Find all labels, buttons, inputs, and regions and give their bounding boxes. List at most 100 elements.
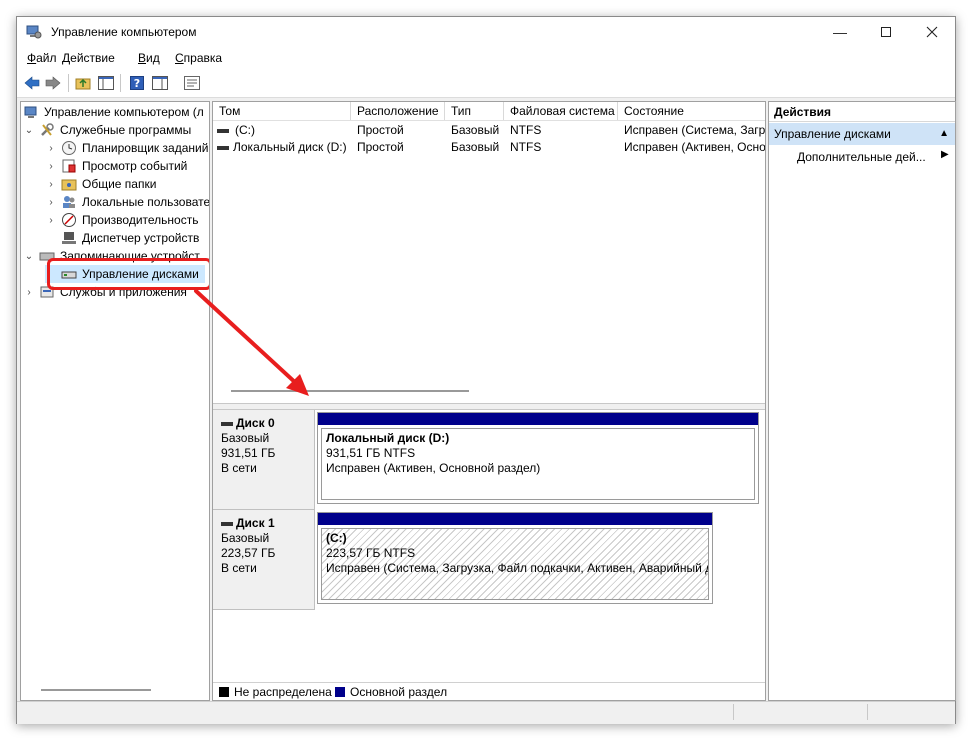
volume-name: Локальный диск (D:) <box>233 140 347 154</box>
action-pane-icon <box>152 76 168 90</box>
partition-size: 931,51 ГБ NTFS <box>326 446 416 460</box>
legend-swatch-unallocated <box>219 687 229 697</box>
expand-chevron-icon[interactable]: › <box>23 287 35 298</box>
computer-management-icon <box>26 25 42 39</box>
partition-c[interactable]: (C:) 223,57 ГБ NTFS Исправен (Система, З… <box>317 512 713 604</box>
volume-name: (C:) <box>235 123 255 137</box>
computer-management-window: Управление компьютером — Файл Действие В… <box>16 16 956 724</box>
disk-management-pane: Том Расположение Тип Файловая система Со… <box>212 101 766 701</box>
users-icon <box>61 194 77 210</box>
help-icon: ? <box>130 76 144 90</box>
menu-help[interactable]: Справка <box>175 51 222 65</box>
menu-bar: Файл Действие Вид Справка <box>17 47 955 69</box>
highlight-annotation <box>47 258 209 290</box>
partition-size: 223,57 ГБ NTFS <box>326 546 416 560</box>
up-folder-button[interactable] <box>73 73 93 93</box>
disk-1-label[interactable]: Диск 1 Базовый 223,57 ГБ В сети <box>213 510 315 610</box>
computer-management-icon <box>23 104 39 120</box>
volume-fs: NTFS <box>510 140 542 154</box>
console-tree-icon <box>98 76 114 90</box>
volume-status: Исправен (Активен, Осно <box>624 140 765 154</box>
show-action-pane-button[interactable] <box>150 73 170 93</box>
submenu-arrow-icon[interactable]: ▶ <box>941 149 949 160</box>
close-icon <box>926 26 938 38</box>
svg-text:?: ? <box>134 77 140 90</box>
legend: Не распределена Основной раздел <box>213 682 765 700</box>
volume-type: Базовый <box>451 123 500 137</box>
actions-section-disk-management[interactable]: Управление дисками ▲ <box>769 123 955 145</box>
menu-view[interactable]: Вид <box>138 51 160 65</box>
legend-primary: Основной раздел <box>350 685 448 699</box>
help-button[interactable]: ? <box>127 73 147 93</box>
collapse-chevron-icon[interactable]: ⌄ <box>23 125 35 136</box>
partition-bar <box>318 513 712 525</box>
menu-action[interactable]: Действие <box>62 51 115 65</box>
tree-devmgr[interactable]: Диспетчер устройств <box>61 229 199 247</box>
annotation-arrow <box>213 410 214 411</box>
expand-chevron-icon[interactable]: › <box>45 215 57 226</box>
tree-root[interactable]: Управление компьютером (л <box>23 103 204 121</box>
partition-status: Исправен (Активен, Основной раздел) <box>326 461 541 475</box>
legend-unallocated: Не распределена <box>234 685 332 699</box>
forward-button[interactable] <box>43 73 63 93</box>
partition-d[interactable]: Локальный диск (D:) 931,51 ГБ NTFS Испра… <box>317 412 759 504</box>
column-layout[interactable]: Расположение <box>351 102 445 120</box>
tree-perf[interactable]: › Производительность <box>45 211 198 229</box>
tree-horizontal-scrollbar[interactable] <box>41 689 151 691</box>
back-arrow-icon <box>24 76 40 90</box>
show-hide-tree-button[interactable] <box>96 73 116 93</box>
tree-users[interactable]: › Локальные пользовате <box>45 193 209 211</box>
disk-icon <box>221 421 233 426</box>
volume-list-scrollbar[interactable] <box>231 390 469 392</box>
minimize-button[interactable]: — <box>817 17 863 47</box>
close-button[interactable] <box>909 17 955 47</box>
tools-icon <box>39 122 55 138</box>
maximize-button[interactable] <box>863 17 909 47</box>
volume-row[interactable]: (C:) Простой Базовый NTFS Исправен (Сист… <box>213 122 765 139</box>
menu-file[interactable]: Файл <box>27 51 57 65</box>
partition-bar <box>318 413 758 425</box>
toolbar: ? <box>17 69 955 98</box>
properties-button[interactable] <box>182 73 202 93</box>
volume-type: Базовый <box>451 140 500 154</box>
pane-splitter[interactable] <box>213 403 765 410</box>
volume-fs: NTFS <box>510 123 542 137</box>
shared-folder-icon <box>61 176 77 192</box>
tree-scheduler[interactable]: › Планировщик заданий <box>45 139 208 157</box>
tree-shared[interactable]: › Общие папки <box>45 175 156 193</box>
status-bar <box>17 701 955 724</box>
tree-events[interactable]: › Просмотр событий <box>45 157 187 175</box>
event-viewer-icon <box>61 158 77 174</box>
partition-name: (C:) <box>326 531 347 545</box>
disk-0-label[interactable]: Диск 0 Базовый 931,51 ГБ В сети <box>213 410 315 510</box>
back-button[interactable] <box>22 73 42 93</box>
forward-arrow-icon <box>45 76 61 90</box>
title-bar[interactable]: Управление компьютером — <box>17 17 955 47</box>
expand-chevron-icon[interactable]: › <box>45 197 57 208</box>
volume-layout: Простой <box>357 123 404 137</box>
column-filesystem[interactable]: Файловая система <box>504 102 618 120</box>
legend-swatch-primary <box>335 687 345 697</box>
maximize-icon <box>881 27 891 37</box>
volume-icon <box>217 128 229 133</box>
column-status[interactable]: Состояние <box>618 102 765 120</box>
actions-pane: Действия Управление дисками ▲ Дополнител… <box>768 101 956 701</box>
more-actions-item[interactable]: Дополнительные дей... <box>797 150 926 164</box>
expand-chevron-icon[interactable]: › <box>45 161 57 172</box>
tree-services[interactable]: ⌄ Служебные программы <box>23 121 191 139</box>
expand-chevron-icon[interactable]: › <box>45 143 57 154</box>
expand-chevron-icon[interactable]: › <box>45 179 57 190</box>
window-title: Управление компьютером <box>51 25 197 39</box>
console-tree: Управление компьютером (л ⌄ Служебные пр… <box>20 101 210 701</box>
collapse-chevron-icon[interactable]: ⌄ <box>23 251 35 262</box>
properties-icon <box>184 76 200 90</box>
volume-status: Исправен (Система, Загр <box>624 123 765 137</box>
volume-row[interactable]: Локальный диск (D:) Простой Базовый NTFS… <box>213 139 765 156</box>
clock-icon <box>61 140 77 156</box>
collapse-triangle-icon[interactable]: ▲ <box>939 123 949 145</box>
disk-graphic-view: Диск 0 Базовый 931,51 ГБ В сети Локальны… <box>213 410 765 682</box>
disk-icon <box>221 521 233 526</box>
volume-list-header: Том Расположение Тип Файловая система Со… <box>213 102 765 121</box>
column-type[interactable]: Тип <box>445 102 504 120</box>
column-volume[interactable]: Том <box>213 102 351 120</box>
